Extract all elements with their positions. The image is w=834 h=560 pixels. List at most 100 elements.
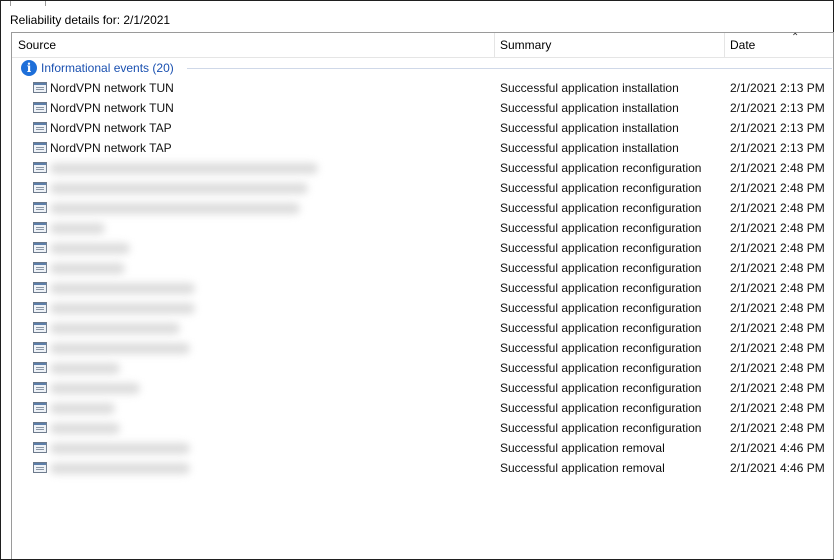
source-cell bbox=[50, 398, 115, 418]
date-cell: 2/1/2021 2:48 PM bbox=[730, 221, 825, 235]
reliability-details-window: Reliability details for: 2/1/2021 Source… bbox=[0, 0, 834, 560]
source-cell bbox=[50, 258, 125, 278]
list-item[interactable]: Successful application reconfiguration 2… bbox=[12, 378, 833, 398]
application-window-icon bbox=[33, 422, 47, 433]
summary-cell: Successful application reconfiguration bbox=[500, 301, 702, 315]
application-window-icon bbox=[33, 202, 47, 213]
list-item[interactable]: Successful application removal 2/1/2021 … bbox=[12, 458, 833, 478]
summary-cell: Successful application reconfiguration bbox=[500, 161, 702, 175]
application-window-icon bbox=[33, 82, 47, 93]
summary-cell: Successful application reconfiguration bbox=[500, 241, 702, 255]
list-item[interactable]: Successful application removal 2/1/2021 … bbox=[12, 438, 833, 458]
date-cell: 2/1/2021 2:13 PM bbox=[730, 81, 825, 95]
date-cell: 2/1/2021 2:48 PM bbox=[730, 281, 825, 295]
redacted-source bbox=[50, 443, 190, 454]
list-header: Source Summary Date ⌃ bbox=[12, 33, 833, 58]
source-cell bbox=[50, 318, 180, 338]
application-window-icon bbox=[33, 442, 47, 453]
list-item[interactable]: Successful application reconfiguration 2… bbox=[12, 158, 833, 178]
redacted-source bbox=[50, 303, 195, 314]
source-cell bbox=[50, 218, 105, 238]
date-cell: 2/1/2021 2:13 PM bbox=[730, 121, 825, 135]
source-cell bbox=[50, 338, 190, 358]
summary-cell: Successful application reconfiguration bbox=[500, 421, 702, 435]
summary-cell: Successful application reconfiguration bbox=[500, 401, 702, 415]
redacted-source bbox=[50, 423, 120, 434]
column-header-source[interactable]: Source bbox=[12, 33, 494, 57]
info-icon: i bbox=[21, 60, 37, 76]
list-item[interactable]: Successful application reconfiguration 2… bbox=[12, 418, 833, 438]
application-window-icon bbox=[33, 462, 47, 473]
list-item[interactable]: Successful application reconfiguration 2… bbox=[12, 358, 833, 378]
summary-cell: Successful application removal bbox=[500, 441, 665, 455]
list-item[interactable]: Successful application reconfiguration 2… bbox=[12, 278, 833, 298]
list-item[interactable]: Successful application reconfiguration 2… bbox=[12, 198, 833, 218]
application-window-icon bbox=[33, 362, 47, 373]
redacted-source bbox=[50, 243, 130, 254]
list-item[interactable]: NordVPN network TUN Successful applicati… bbox=[12, 78, 833, 98]
summary-cell: Successful application reconfiguration bbox=[500, 261, 702, 275]
source-cell: NordVPN network TUN bbox=[50, 101, 174, 115]
date-cell: 2/1/2021 2:13 PM bbox=[730, 141, 825, 155]
list-item[interactable]: Successful application reconfiguration 2… bbox=[12, 258, 833, 278]
summary-cell: Successful application reconfiguration bbox=[500, 281, 702, 295]
redacted-source bbox=[50, 183, 308, 194]
application-window-icon bbox=[33, 122, 47, 133]
date-cell: 2/1/2021 2:48 PM bbox=[730, 161, 825, 175]
summary-cell: Successful application reconfiguration bbox=[500, 181, 702, 195]
redacted-source bbox=[50, 223, 105, 234]
redacted-source bbox=[50, 283, 195, 294]
summary-cell: Successful application reconfiguration bbox=[500, 381, 702, 395]
list-item[interactable]: Successful application reconfiguration 2… bbox=[12, 178, 833, 198]
list-item[interactable]: Successful application reconfiguration 2… bbox=[12, 398, 833, 418]
list-item[interactable]: NordVPN network TUN Successful applicati… bbox=[12, 98, 833, 118]
source-cell: NordVPN network TAP bbox=[50, 121, 172, 135]
redacted-source bbox=[50, 463, 190, 474]
sort-caret-up-icon: ⌃ bbox=[791, 32, 800, 43]
application-window-icon bbox=[33, 142, 47, 153]
application-window-icon bbox=[33, 162, 47, 173]
list-item[interactable]: Successful application reconfiguration 2… bbox=[12, 238, 833, 258]
source-cell bbox=[50, 298, 195, 318]
summary-cell: Successful application reconfiguration bbox=[500, 321, 702, 335]
divider bbox=[45, 1, 46, 6]
source-cell: NordVPN network TUN bbox=[50, 81, 174, 95]
summary-cell: Successful application removal bbox=[500, 461, 665, 475]
date-cell: 2/1/2021 2:48 PM bbox=[730, 381, 825, 395]
list-item[interactable]: Successful application reconfiguration 2… bbox=[12, 318, 833, 338]
column-header-summary[interactable]: Summary bbox=[494, 33, 724, 57]
source-cell bbox=[50, 358, 120, 378]
redacted-source bbox=[50, 383, 140, 394]
source-cell bbox=[50, 418, 120, 438]
column-header-date[interactable]: Date bbox=[724, 33, 833, 57]
date-cell: 2/1/2021 2:48 PM bbox=[730, 301, 825, 315]
list-item[interactable]: Successful application reconfiguration 2… bbox=[12, 338, 833, 358]
list-item[interactable]: Successful application reconfiguration 2… bbox=[12, 218, 833, 238]
list-item[interactable]: NordVPN network TAP Successful applicati… bbox=[12, 138, 833, 158]
date-cell: 2/1/2021 2:13 PM bbox=[730, 101, 825, 115]
redacted-source bbox=[50, 323, 180, 334]
application-window-icon bbox=[33, 402, 47, 413]
date-cell: 2/1/2021 2:48 PM bbox=[730, 401, 825, 415]
source-cell bbox=[50, 438, 190, 458]
application-window-icon bbox=[33, 242, 47, 253]
application-window-icon bbox=[33, 262, 47, 273]
application-window-icon bbox=[33, 222, 47, 233]
summary-cell: Successful application reconfiguration bbox=[500, 201, 702, 215]
application-window-icon bbox=[33, 342, 47, 353]
source-cell bbox=[50, 238, 130, 258]
application-window-icon bbox=[33, 382, 47, 393]
date-cell: 2/1/2021 2:48 PM bbox=[730, 241, 825, 255]
date-cell: 2/1/2021 4:46 PM bbox=[730, 461, 825, 475]
group-header-informational[interactable]: i Informational events (20) bbox=[21, 58, 832, 78]
list-item[interactable]: Successful application reconfiguration 2… bbox=[12, 298, 833, 318]
redacted-source bbox=[50, 263, 125, 274]
summary-cell: Successful application reconfiguration bbox=[500, 361, 702, 375]
top-strip bbox=[1, 1, 833, 9]
source-cell bbox=[50, 178, 308, 198]
summary-cell: Successful application installation bbox=[500, 81, 679, 95]
source-cell bbox=[50, 378, 140, 398]
redacted-source bbox=[50, 203, 300, 214]
group-label: Informational events (20) bbox=[41, 61, 174, 75]
list-item[interactable]: NordVPN network TAP Successful applicati… bbox=[12, 118, 833, 138]
